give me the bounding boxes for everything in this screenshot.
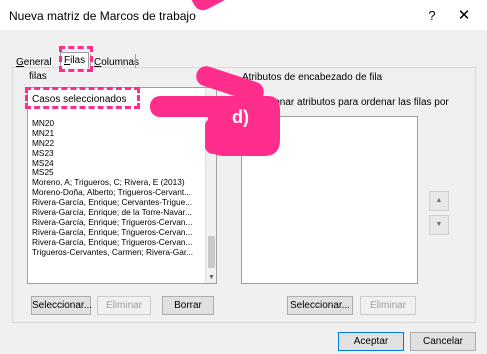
cancel-button[interactable]: Cancelar [410, 332, 476, 351]
dialog-window: Nueva matriz de Marcos de trabajo ? ✕ Ge… [0, 0, 487, 354]
move-up-button[interactable]: ▲ [429, 191, 449, 211]
row-attributes-list[interactable] [241, 116, 418, 284]
tab-divider [135, 54, 136, 68]
list-item[interactable]: Moreno-Doña, Alberto; Trigueros-Cervant.… [32, 188, 208, 198]
list-item[interactable]: Rivera-García, Enrique; Trigueros-Cervan… [32, 238, 208, 248]
selected-highlight [25, 87, 140, 109]
select-attributes-button[interactable]: Seleccionar... [287, 296, 353, 315]
row-attributes-label: Atributos de encabezado de fila [242, 72, 383, 83]
tab-highlight [59, 46, 93, 72]
list-item[interactable]: Rivera-García, Enrique; de la Torre-Nava… [32, 208, 208, 218]
scrollbar-thumb[interactable] [208, 236, 215, 268]
list-item[interactable]: MS24 [32, 159, 208, 169]
window-title: Nueva matriz de Marcos de trabajo [9, 9, 196, 23]
list-item[interactable]: MN22 [32, 139, 208, 149]
rows-list[interactable]: Casos seleccionados MN20 MN21 MN22 MS23 … [27, 87, 217, 284]
rows-list-items: MN20 MN21 MN22 MS23 MS24 MS25 Moreno, A;… [32, 119, 208, 257]
clear-rows-button[interactable]: Borrar [162, 296, 214, 315]
list-scrollbar[interactable]: ▼ [205, 88, 216, 283]
move-down-button[interactable]: ▼ [429, 215, 449, 235]
list-item[interactable]: MN20 [32, 119, 208, 129]
tab-general[interactable]: General [14, 56, 54, 70]
list-item[interactable]: MS25 [32, 168, 208, 178]
accept-button[interactable]: Aceptar [338, 332, 404, 351]
list-item[interactable]: Rivera-García, Enrique; Trigueros-Cervan… [32, 218, 208, 228]
remove-rows-button[interactable]: Eliminar [97, 296, 151, 315]
rows-label: filas [29, 71, 47, 82]
chevron-down-icon[interactable]: ▼ [207, 273, 216, 282]
list-item[interactable]: Trigueros-Cervantes, Carmen; Rivera-Gar.… [32, 248, 208, 258]
row-attributes-hint: ionar atributos para ordenar las filas p… [272, 97, 449, 108]
remove-attributes-button[interactable]: Eliminar [360, 296, 416, 315]
tab-columnas[interactable]: Columnas [92, 56, 141, 70]
list-item[interactable]: Moreno, A; Trigueros, C; Rivera, E (2013… [32, 178, 208, 188]
list-item[interactable]: MN21 [32, 129, 208, 139]
annotation-label: d) [232, 107, 249, 127]
select-rows-button[interactable]: Seleccionar... [31, 296, 92, 315]
list-item[interactable]: MS23 [32, 149, 208, 159]
close-button[interactable]: ✕ [452, 6, 476, 26]
help-button[interactable]: ? [420, 6, 444, 26]
list-item[interactable]: Rivera-García, Enrique; Cervantes-Trigue… [32, 198, 208, 208]
title-bar: Nueva matriz de Marcos de trabajo ? ✕ [0, 0, 487, 30]
list-item[interactable]: Rivera-García, Enrique; Trigueros-Cervan… [32, 228, 208, 238]
